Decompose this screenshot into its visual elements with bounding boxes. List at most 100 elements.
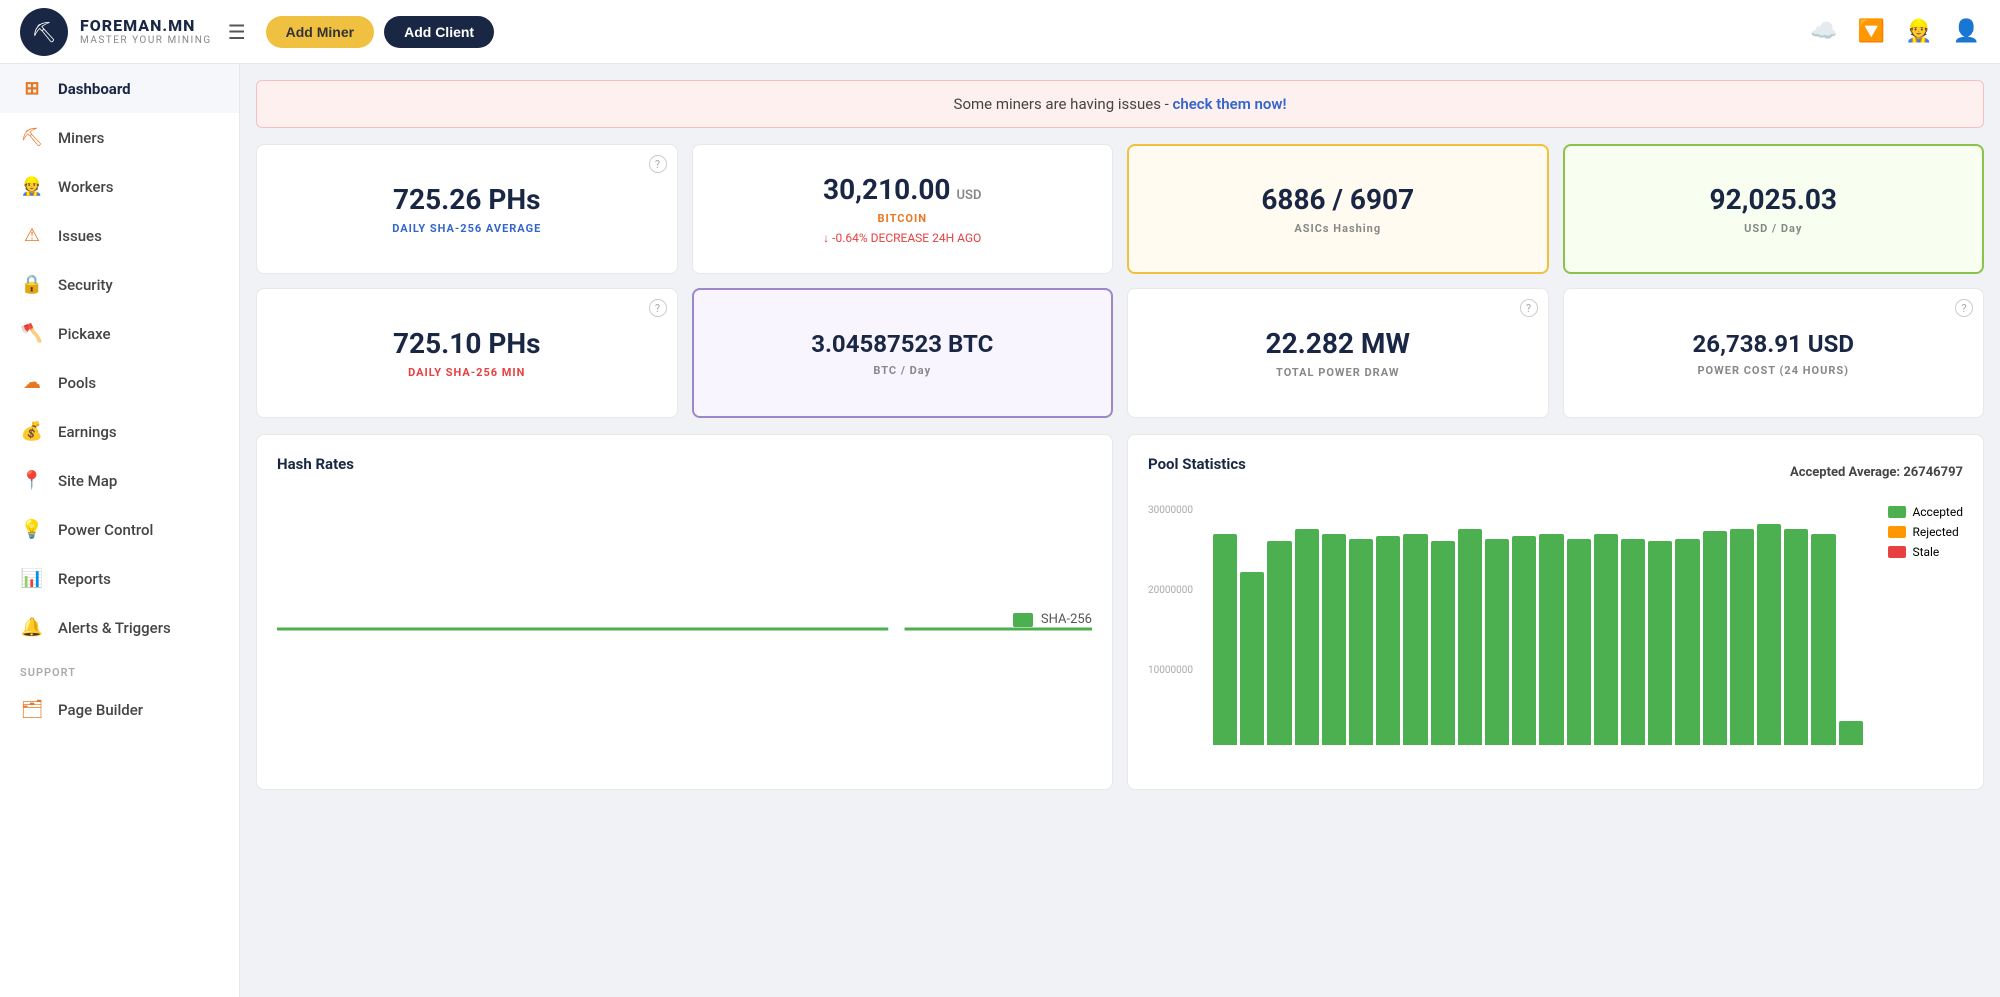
- y-axis-10m: 10000000: [1148, 665, 1208, 676]
- hash-rates-card: Hash Rates SHA-256: [256, 434, 1113, 790]
- worker-icon[interactable]: 👷: [1905, 19, 1932, 44]
- bar-accepted: [1648, 541, 1672, 745]
- sidebar-item-issues[interactable]: ⚠ Issues: [0, 211, 239, 260]
- bar-accepted: [1703, 531, 1727, 745]
- stale-color: [1888, 546, 1906, 558]
- bar-accepted: [1458, 529, 1482, 745]
- metric-card-btc-day: 3.04587523 BTC BTC / Day: [692, 288, 1114, 418]
- bar-accepted: [1240, 572, 1264, 745]
- bar-accepted: [1431, 541, 1455, 745]
- y-axis: 30000000 20000000 10000000: [1148, 505, 1208, 745]
- sidebar-item-pickaxe[interactable]: 🪓 Pickaxe: [0, 309, 239, 358]
- cloud-icon[interactable]: ☁️: [1810, 19, 1837, 44]
- sidebar-item-dashboard[interactable]: ⊞ Dashboard: [0, 64, 239, 113]
- hamburger-menu[interactable]: ☰: [228, 20, 246, 44]
- sidebar-item-page-builder[interactable]: 🗂 Page Builder: [0, 685, 239, 734]
- sidebar-label-alerts: Alerts & Triggers: [58, 619, 171, 637]
- sha-avg-value: 725.26 PHs: [393, 183, 541, 216]
- power-cost-value: 26,738.91 USD: [1693, 330, 1854, 358]
- bar-accepted: [1757, 524, 1781, 745]
- sidebar-item-power-control[interactable]: 💡 Power Control: [0, 505, 239, 554]
- help-icon-sha-avg[interactable]: ?: [649, 155, 667, 173]
- asics-value: 6886 / 6907: [1261, 183, 1414, 216]
- bar-group: [1784, 505, 1808, 745]
- bitcoin-currency: USD: [957, 188, 982, 203]
- sidebar-label-page-builder: Page Builder: [58, 701, 143, 719]
- pools-icon: ☁: [20, 372, 44, 393]
- charts-grid: Hash Rates SHA-256 Pool Statistics: [256, 434, 1984, 790]
- pool-stats-title-row: Pool Statistics Accepted Average: 267467…: [1148, 455, 1963, 489]
- bar-accepted: [1376, 536, 1400, 745]
- sha-min-label: DAILY SHA-256 MIN: [408, 366, 525, 379]
- bar-group: [1322, 505, 1346, 745]
- sidebar-label-issues: Issues: [58, 227, 102, 245]
- help-icon-power-draw[interactable]: ?: [1520, 299, 1538, 317]
- sidebar-item-alerts[interactable]: 🔔 Alerts & Triggers: [0, 603, 239, 652]
- bitcoin-price-value: 30,210.00: [823, 173, 950, 206]
- help-icon-sha-min[interactable]: ?: [649, 299, 667, 317]
- header: ⛏ FOREMAN.MN MASTER YOUR MINING ☰ Add Mi…: [0, 0, 2000, 64]
- sidebar-label-pickaxe: Pickaxe: [58, 325, 111, 343]
- brand-tagline: MASTER YOUR MINING: [80, 35, 212, 47]
- bar-accepted: [1539, 534, 1563, 745]
- filter-icon[interactable]: 🔽: [1858, 19, 1885, 44]
- bar-group: [1213, 505, 1237, 745]
- usd-day-label: USD / Day: [1744, 222, 1802, 235]
- alert-text: Some miners are having issues -: [954, 95, 1173, 113]
- help-icon-power-cost[interactable]: ?: [1955, 299, 1973, 317]
- bitcoin-label: BITCOIN: [877, 212, 927, 225]
- add-miner-button[interactable]: Add Miner: [266, 16, 374, 48]
- reports-icon: 📊: [20, 568, 44, 589]
- bar-accepted: [1512, 536, 1536, 745]
- sidebar-item-security[interactable]: 🔒 Security: [0, 260, 239, 309]
- bar-group: [1349, 505, 1373, 745]
- sidebar-item-miners[interactable]: ⛏ Miners: [0, 113, 239, 162]
- logo-area: ⛏ FOREMAN.MN MASTER YOUR MINING: [20, 8, 212, 56]
- pool-legend-accepted: Accepted: [1888, 505, 1963, 519]
- bar-group: [1458, 505, 1482, 745]
- sidebar-item-reports[interactable]: 📊 Reports: [0, 554, 239, 603]
- bar-group: [1512, 505, 1536, 745]
- bar-group: [1485, 505, 1509, 745]
- bar-group: [1757, 505, 1781, 745]
- page-builder-icon: 🗂: [20, 699, 44, 720]
- metric-card-bitcoin: 30,210.00 USD BITCOIN ↓ -0.64% DECREASE …: [692, 144, 1114, 274]
- bar-accepted: [1403, 534, 1427, 745]
- earnings-icon: 💰: [20, 421, 44, 442]
- bar-group: [1431, 505, 1455, 745]
- metric-card-power-draw: ? 22.282 MW TOTAL POWER DRAW: [1127, 288, 1549, 418]
- sha-avg-label: DAILY SHA-256 AVERAGE: [392, 222, 541, 235]
- pickaxe-icon: 🪓: [20, 323, 44, 344]
- sidebar-label-pools: Pools: [58, 374, 96, 392]
- profile-icon[interactable]: 👤: [1953, 19, 1980, 44]
- metric-card-usd-day: 92,025.03 USD / Day: [1563, 144, 1985, 274]
- metric-card-asics: 6886 / 6907 ASICs Hashing: [1127, 144, 1549, 274]
- pool-accepted-avg: Accepted Average: 26746797: [1790, 465, 1963, 480]
- sidebar-label-miners: Miners: [58, 129, 104, 147]
- sidebar-item-pools[interactable]: ☁ Pools: [0, 358, 239, 407]
- bar-accepted: [1621, 539, 1645, 745]
- alert-link[interactable]: check them now!: [1173, 95, 1287, 113]
- bar-group: [1703, 505, 1727, 745]
- pool-stats-title: Pool Statistics: [1148, 455, 1246, 473]
- pool-legend: Accepted Rejected Stale: [1888, 505, 1963, 559]
- bar-group: [1539, 505, 1563, 745]
- sidebar-item-earnings[interactable]: 💰 Earnings: [0, 407, 239, 456]
- issues-icon: ⚠: [20, 225, 44, 246]
- brand-name: FOREMAN.MN: [80, 16, 212, 35]
- main-layout: ⊞ Dashboard ⛏ Miners 👷 Workers ⚠ Issues …: [0, 64, 2000, 997]
- sidebar-item-sitemap[interactable]: 📍 Site Map: [0, 456, 239, 505]
- bar-accepted: [1295, 529, 1319, 745]
- bar-group: [1621, 505, 1645, 745]
- bar-accepted: [1811, 534, 1835, 745]
- bar-accepted: [1839, 721, 1863, 745]
- rejected-color: [1888, 526, 1906, 538]
- usd-day-value: 92,025.03: [1710, 183, 1837, 216]
- bar-accepted: [1349, 539, 1373, 745]
- accepted-label: Accepted: [1912, 505, 1963, 519]
- sidebar-item-workers[interactable]: 👷 Workers: [0, 162, 239, 211]
- metric-card-power-cost: ? 26,738.91 USD POWER COST (24 HOURS): [1563, 288, 1985, 418]
- sidebar-label-dashboard: Dashboard: [58, 80, 131, 98]
- add-client-button[interactable]: Add Client: [384, 16, 494, 48]
- pool-legend-rejected: Rejected: [1888, 525, 1963, 539]
